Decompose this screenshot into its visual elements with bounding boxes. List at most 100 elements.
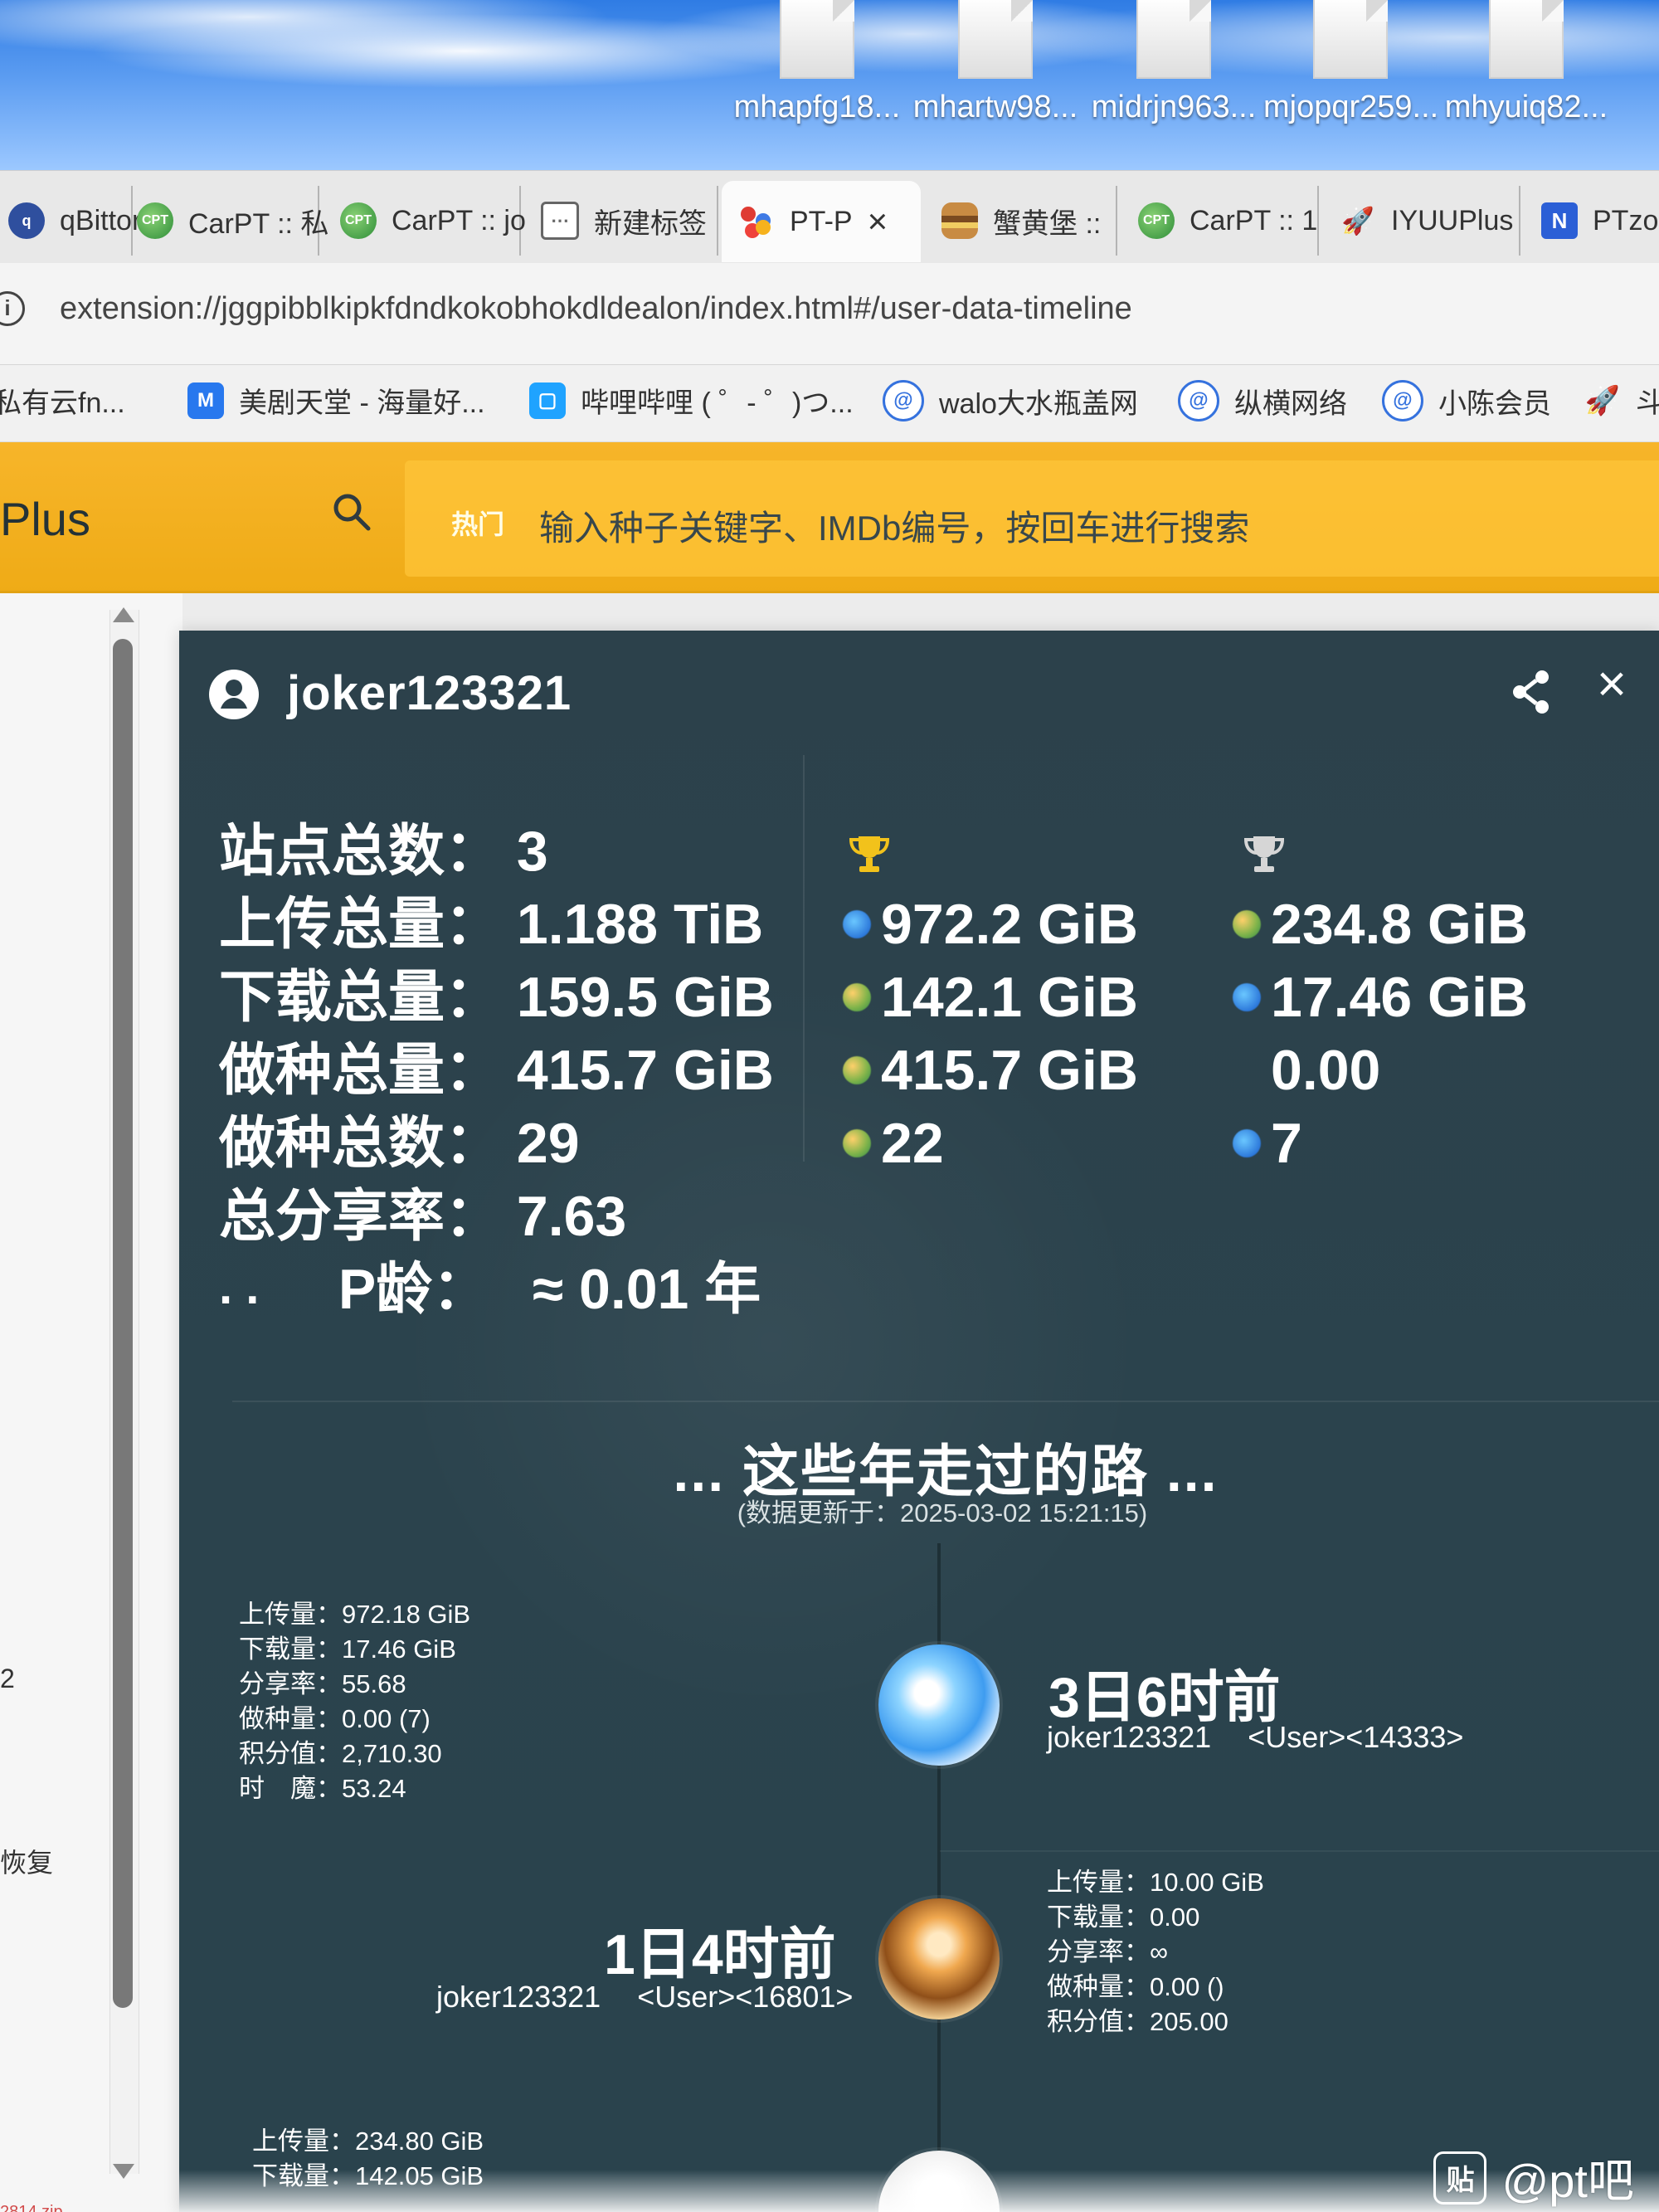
summary-label: 下载总量： xyxy=(219,966,502,1029)
user-data-card: joker123321 × 站点总数： 3 上传总量： 1.188 TiB 下载… xyxy=(179,631,1659,2212)
summary-value: 29 xyxy=(516,1112,580,1175)
left-item-restore[interactable]: 恢复 xyxy=(0,1842,53,1880)
address-bar[interactable]: i extension://jggpibblkipkfdndkokobhokdl… xyxy=(0,263,1659,365)
timeline-role: <User><14333> xyxy=(1248,1720,1464,1754)
bookmark-walo[interactable]: @ walo大水瓶盖网 xyxy=(883,380,1138,421)
top-download-stat: 142.1 GiB xyxy=(843,969,1138,1026)
timeline-detail-line: 积分值：205.00 xyxy=(1047,2007,1228,2036)
file-icon xyxy=(958,0,1033,79)
scroll-down-icon[interactable] xyxy=(113,2164,134,2179)
summary-seeding-size: 做种总量： 415.7 GiB xyxy=(219,1042,774,1099)
summary-site-count: 站点总数： 3 xyxy=(219,823,548,879)
new-tab-icon: ⋯ xyxy=(541,202,579,240)
summary-value: 1.188 TiB xyxy=(516,893,764,956)
summary-label: 总分享率： xyxy=(219,1185,502,1248)
carpt-icon: CPT xyxy=(137,202,173,239)
timeline-entry-2-user: joker123321 <User><16801> xyxy=(436,1980,853,2015)
bookmark-partial[interactable]: 🚀 斗 xyxy=(1584,380,1659,421)
user-icon xyxy=(209,670,259,719)
timeline-updated-at: (数据更新于：2025-03-02 15:21:15) xyxy=(737,1498,1148,1527)
tab-carpt-3[interactable]: CPT CarPT :: 1 xyxy=(1121,186,1319,256)
desktop-file-label: mjopqr259... xyxy=(1263,90,1439,124)
site-icon xyxy=(1233,983,1261,1011)
tab-new-tab[interactable]: ⋯ 新建标签 xyxy=(524,186,718,256)
ptzone-icon: N xyxy=(1541,202,1578,239)
tab-ptzone[interactable]: N PTzon xyxy=(1525,186,1659,256)
bilibili-icon: ▢ xyxy=(529,382,566,419)
address-text[interactable]: extension://jggpibblkipkfdndkokobhokdlde… xyxy=(60,291,1132,327)
bookmark-meiju[interactable]: M 美剧天堂 - 海量好... xyxy=(187,380,485,421)
desktop-file-4[interactable]: mjopqr259... xyxy=(1263,0,1438,158)
timeline-detail-line: 分享率：∞ xyxy=(1047,1937,1169,1966)
search-input[interactable]: 热门 输入种子关键字、IMDb编号，按回车进行搜索 xyxy=(405,460,1659,577)
summary-label: 做种总量： xyxy=(219,1039,502,1102)
pt-plugin-icon xyxy=(738,203,775,240)
bookmark-label: 小陈会员 xyxy=(1438,387,1551,420)
tab-label: CarPT :: 1 xyxy=(1190,204,1318,236)
summary-prefix: . . xyxy=(219,1260,260,1314)
site-icon xyxy=(843,910,871,938)
share-icon[interactable] xyxy=(1506,667,1556,717)
second-seeding-count-stat: 7 xyxy=(1233,1115,1302,1172)
tab-close-icon[interactable]: × xyxy=(868,204,888,239)
bookmark-xiaochen[interactable]: @ 小陈会员 xyxy=(1382,380,1551,421)
desktop-file-3[interactable]: midrjn963... xyxy=(1087,0,1261,158)
page: mhapfg18... mhartw98... midrjn963... mjo… xyxy=(0,0,1659,2212)
tab-iyuuplus[interactable]: 🚀 IYUUPlus xyxy=(1323,186,1520,256)
stat-value: 234.8 GiB xyxy=(1271,893,1528,956)
info-icon[interactable]: i xyxy=(0,291,25,326)
bookmark-bilibili[interactable]: ▢ 哔哩哔哩 ( ゜- ゜)つ... xyxy=(529,380,854,421)
desktop-file-label: mhapfg18... xyxy=(733,90,901,124)
site-icon xyxy=(1233,1056,1261,1084)
summary-value: 415.7 GiB xyxy=(516,1039,774,1102)
stat-value: 972.2 GiB xyxy=(881,893,1138,956)
bookmark-label: 斗 xyxy=(1636,387,1659,419)
tab-carpt-1[interactable]: CPT CarPT :: 私 xyxy=(120,186,328,256)
bookmarks-bar: 私有云fn... M 美剧天堂 - 海量好... ▢ 哔哩哔哩 ( ゜- ゜)つ… xyxy=(0,365,1659,442)
section-divider xyxy=(232,1401,1659,1402)
left-scrollbar-thumb[interactable] xyxy=(113,639,133,2008)
carpt-icon: CPT xyxy=(1138,202,1175,239)
timeline-entry-1-details: 上传量：972.18 GiB 下载量：17.46 GiB 分享率：55.68 做… xyxy=(239,1597,470,1806)
timeline-detail-line: 做种量：0.00 () xyxy=(1047,1972,1224,2001)
file-icon xyxy=(780,0,854,79)
watermark: 贴 @pt吧 xyxy=(1433,2144,1634,2211)
desktop-file-label: mhyuiq82... xyxy=(1444,90,1608,124)
scroll-up-icon[interactable] xyxy=(113,607,134,622)
close-icon[interactable]: × xyxy=(1588,659,1636,710)
hot-tag[interactable]: 热门 xyxy=(451,504,504,542)
top-seeding-size-stat: 415.7 GiB xyxy=(843,1042,1138,1099)
timeline-detail-line: 下载量：0.00 xyxy=(1047,1903,1200,1932)
bookmark-private-cloud[interactable]: 私有云fn... xyxy=(0,380,125,421)
tab-label: PTzon xyxy=(1593,204,1659,236)
desktop-file-1[interactable]: mhapfg18... xyxy=(730,0,904,158)
tab-label: IYUUPlus xyxy=(1391,204,1514,236)
tv-icon: M xyxy=(187,382,224,419)
summary-label: P龄： xyxy=(338,1258,489,1321)
tab-label: 新建标签 xyxy=(594,207,707,240)
file-icon xyxy=(1489,0,1564,79)
site-icon: @ xyxy=(1382,380,1423,421)
search-icon[interactable] xyxy=(330,490,373,534)
site-icon xyxy=(843,1129,871,1157)
timeline-detail-line: 上传量：234.80 GiB xyxy=(252,2127,484,2156)
summary-label: 站点总数： xyxy=(219,820,502,883)
carpt-icon: CPT xyxy=(340,202,377,239)
desktop-file-5[interactable]: mhyuiq82... xyxy=(1439,0,1613,158)
bottom-left-file-name: 2814.zip xyxy=(0,2203,63,2212)
browser-tab-strip: q qBittorre CPT CarPT :: 私 CPT CarPT :: … xyxy=(0,170,1659,263)
bookmark-zongheng[interactable]: @ 纵横网络 xyxy=(1178,380,1347,421)
file-icon xyxy=(1136,0,1211,79)
timeline-detail-line: 上传量：972.18 GiB xyxy=(239,1600,471,1629)
desktop-file-2[interactable]: mhartw98... xyxy=(908,0,1082,158)
tab-pt-plugin-active[interactable]: PT-P × xyxy=(722,181,921,262)
tab-label: PT-P xyxy=(790,205,853,237)
tab-qbittorrent[interactable]: q qBittorre xyxy=(0,186,167,256)
left-side-panel xyxy=(0,593,182,2212)
tab-burger[interactable]: 蟹黄堡 :: xyxy=(925,186,1117,256)
site-icon: @ xyxy=(1178,380,1219,421)
desktop-file-label: midrjn963... xyxy=(1091,90,1257,124)
site-icon xyxy=(843,983,871,1011)
tab-carpt-2[interactable]: CPT CarPT :: jo xyxy=(324,186,526,256)
timeline-detail-line: 做种量：0.00 (7) xyxy=(239,1704,431,1733)
